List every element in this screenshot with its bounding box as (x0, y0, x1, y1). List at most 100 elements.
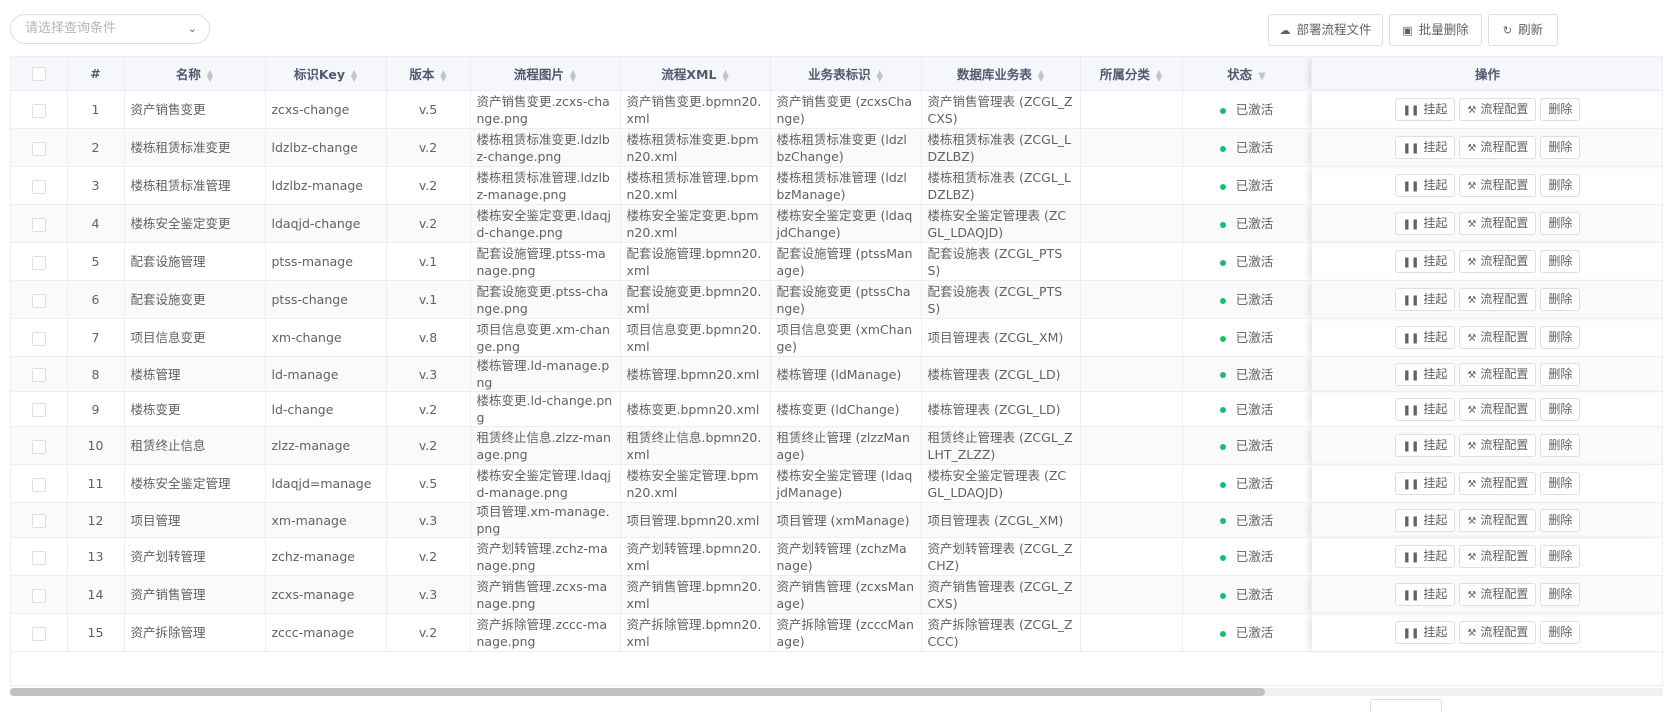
row-select-cell[interactable] (11, 204, 68, 243)
delete-button[interactable]: 删除 (1540, 621, 1581, 644)
table-row[interactable]: 9 楼栋变更 ld-change v.2 楼栋变更.ld-change.png 楼栋变更.… (11, 391, 1662, 427)
delete-button[interactable]: 删除 (1540, 212, 1581, 235)
row-select-cell[interactable] (11, 128, 68, 167)
delete-button[interactable]: 删除 (1540, 288, 1581, 311)
refresh-button[interactable]: ↻ 刷新 (1488, 14, 1558, 46)
sort-icon[interactable]: ▲ ▼ (440, 68, 446, 82)
suspend-button[interactable]: ❚❚ 挂起 (1394, 212, 1456, 235)
row-select-cell[interactable] (11, 464, 68, 503)
delete-button[interactable]: 删除 (1540, 362, 1581, 386)
row-select-cell[interactable] (11, 90, 68, 129)
suspend-button[interactable]: ❚❚ 挂起 (1394, 583, 1456, 606)
header-category[interactable]: 所属分类 ▲ ▼ (1080, 57, 1183, 91)
header-version[interactable]: 版本 ▲ ▼ (386, 57, 471, 91)
row-checkbox[interactable] (31, 103, 46, 118)
row-select-cell[interactable] (11, 242, 68, 281)
process-config-button[interactable]: ⚒ 流程配置 (1459, 397, 1537, 421)
suspend-button[interactable]: ❚❚ 挂起 (1394, 362, 1456, 386)
horizontal-scrollbar[interactable] (10, 688, 1663, 696)
header-db-table[interactable]: 数据库业务表 ▲ ▼ (921, 57, 1081, 91)
sort-icon[interactable]: ▲ ▼ (1156, 68, 1162, 82)
sort-icon[interactable]: ▲ ▼ (570, 68, 576, 82)
sort-icon[interactable]: ▲ ▼ (877, 68, 883, 82)
batch-delete-button[interactable]: ▣ 批量删除 (1389, 14, 1482, 46)
table-row[interactable]: 5 配套设施管理 ptss-manage v.1 配套设施管理.ptss-manage.… (11, 242, 1662, 281)
row-select-cell[interactable] (11, 356, 68, 392)
delete-button[interactable]: 删除 (1540, 326, 1581, 349)
row-select-cell[interactable] (11, 318, 68, 357)
select-all-checkbox[interactable] (31, 67, 46, 82)
header-name[interactable]: 名称 ▲ ▼ (124, 57, 266, 91)
process-config-button[interactable]: ⚒ 流程配置 (1459, 326, 1537, 349)
table-row[interactable]: 10 租赁终止信息 zlzz-manage v.2 租赁终止信息.zlzz-manage… (11, 426, 1662, 465)
row-select-cell[interactable] (11, 166, 68, 205)
process-config-button[interactable]: ⚒ 流程配置 (1459, 545, 1537, 568)
row-checkbox[interactable] (31, 439, 46, 454)
table-row[interactable]: 6 配套设施变更 ptss-change v.1 配套设施变更.ptss-change.… (11, 280, 1662, 319)
suspend-button[interactable]: ❚❚ 挂起 (1394, 472, 1456, 495)
suspend-button[interactable]: ❚❚ 挂起 (1394, 174, 1456, 197)
process-config-button[interactable]: ⚒ 流程配置 (1459, 508, 1537, 532)
delete-button[interactable]: 删除 (1540, 508, 1581, 532)
delete-button[interactable]: 删除 (1540, 397, 1581, 421)
delete-button[interactable]: 删除 (1540, 434, 1581, 457)
header-xml[interactable]: 流程XML ▲ ▼ (620, 57, 771, 91)
process-config-button[interactable]: ⚒ 流程配置 (1459, 98, 1537, 121)
row-checkbox[interactable] (31, 626, 46, 641)
row-checkbox[interactable] (31, 550, 46, 565)
sort-icon[interactable]: ▲ ▼ (722, 68, 728, 82)
delete-button[interactable]: 删除 (1540, 472, 1581, 495)
row-checkbox[interactable] (31, 514, 46, 528)
process-config-button[interactable]: ⚒ 流程配置 (1459, 362, 1537, 386)
row-select-cell[interactable] (11, 575, 68, 614)
row-select-cell[interactable] (11, 426, 68, 465)
table-row[interactable]: 1 资产销售变更 zcxs-change v.5 资产销售变更.zcxs-change.… (11, 90, 1662, 129)
process-config-button[interactable]: ⚒ 流程配置 (1459, 434, 1537, 457)
process-config-button[interactable]: ⚒ 流程配置 (1459, 288, 1537, 311)
sort-icon[interactable]: ▲ ▼ (1038, 68, 1044, 82)
suspend-button[interactable]: ❚❚ 挂起 (1394, 136, 1456, 159)
process-config-button[interactable]: ⚒ 流程配置 (1459, 583, 1537, 606)
process-config-button[interactable]: ⚒ 流程配置 (1459, 472, 1537, 495)
suspend-button[interactable]: ❚❚ 挂起 (1394, 250, 1456, 273)
table-row[interactable]: 4 楼栋安全鉴定变更 ldaqjd-change v.2 楼栋安全鉴定变更.ldaqjd… (11, 204, 1662, 243)
table-row[interactable]: 12 项目管理 xm-manage v.3 项目管理.xm-manage.png 项目管理… (11, 502, 1662, 538)
table-row[interactable]: 15 资产拆除管理 zccc-manage v.2 资产拆除管理.zccc-manage… (11, 613, 1662, 652)
suspend-button[interactable]: ❚❚ 挂起 (1394, 621, 1456, 644)
row-select-cell[interactable] (11, 391, 68, 427)
delete-button[interactable]: 删除 (1540, 250, 1581, 273)
delete-button[interactable]: 删除 (1540, 98, 1581, 121)
row-select-cell[interactable] (11, 502, 68, 538)
row-checkbox[interactable] (31, 331, 46, 346)
suspend-button[interactable]: ❚❚ 挂起 (1394, 288, 1456, 311)
table-row[interactable]: 7 项目信息变更 xm-change v.8 项目信息变更.xm-change.png 项… (11, 318, 1662, 357)
pagination-control[interactable] (1370, 699, 1442, 712)
table-row[interactable]: 13 资产划转管理 zchz-manage v.2 资产划转管理.zchz-manage… (11, 537, 1662, 576)
process-config-button[interactable]: ⚒ 流程配置 (1459, 250, 1537, 273)
table-row[interactable]: 8 楼栋管理 ld-manage v.3 楼栋管理.ld-manage.png 楼栋管理.… (11, 356, 1662, 392)
table-row[interactable]: 11 楼栋安全鉴定管理 ldaqjd=manage v.5 楼栋安全鉴定管理.ldaqj… (11, 464, 1662, 503)
suspend-button[interactable]: ❚❚ 挂起 (1394, 98, 1456, 121)
delete-button[interactable]: 删除 (1540, 583, 1581, 606)
row-checkbox[interactable] (31, 217, 46, 232)
suspend-button[interactable]: ❚❚ 挂起 (1394, 326, 1456, 349)
filter-icon[interactable]: ▼ (1258, 71, 1266, 82)
header-key[interactable]: 标识Key ▲ ▼ (265, 57, 387, 91)
deploy-process-button[interactable]: ☁ 部署流程文件 (1268, 14, 1383, 46)
sort-icon[interactable]: ▲ ▼ (207, 68, 213, 82)
process-config-button[interactable]: ⚒ 流程配置 (1459, 621, 1537, 644)
table-row[interactable]: 2 楼栋租赁标准变更 ldzlbz-change v.2 楼栋租赁标准变更.ldzlbz… (11, 128, 1662, 167)
row-checkbox[interactable] (31, 141, 46, 156)
row-checkbox[interactable] (31, 293, 46, 308)
row-select-cell[interactable] (11, 537, 68, 576)
suspend-button[interactable]: ❚❚ 挂起 (1394, 508, 1456, 532)
sort-icon[interactable]: ▲ ▼ (351, 68, 357, 82)
delete-button[interactable]: 删除 (1540, 136, 1581, 159)
query-condition-select[interactable]: 请选择查询条件 ⌄ (10, 14, 210, 44)
header-biz-id[interactable]: 业务表标识 ▲ ▼ (770, 57, 922, 91)
suspend-button[interactable]: ❚❚ 挂起 (1394, 545, 1456, 568)
delete-button[interactable]: 删除 (1540, 174, 1581, 197)
header-image[interactable]: 流程图片 ▲ ▼ (470, 57, 621, 91)
table-row[interactable]: 3 楼栋租赁标准管理 ldzlbz-manage v.2 楼栋租赁标准管理.ldzlbz… (11, 166, 1662, 205)
process-config-button[interactable]: ⚒ 流程配置 (1459, 174, 1537, 197)
